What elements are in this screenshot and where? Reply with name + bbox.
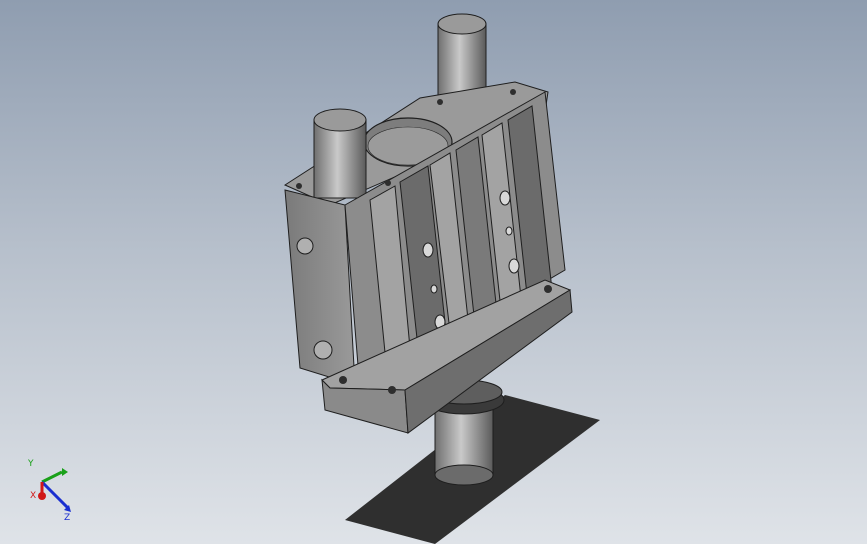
graphics-viewport[interactable]: Y X Z [0,0,867,544]
mount-hole [508,258,520,274]
x-axis-arrow [38,492,46,500]
base-hole [339,376,347,384]
mount-hole [430,284,438,294]
base-hole [388,386,396,394]
mount-hole [499,190,511,206]
coordinate-triad-icon[interactable]: Y X Z [18,452,88,522]
triad-x-label: X [30,491,36,501]
z-axis [40,480,70,510]
mount-hole [422,242,434,258]
triad-y-label: Y [27,459,34,469]
cad-model-view[interactable] [0,0,867,544]
side-port-upper [296,237,314,255]
base-hole [544,285,552,293]
triad-z-label: Z [64,513,70,522]
y-axis-arrow [62,468,68,476]
guide-rod-front [313,108,367,199]
mount-hole [505,226,513,236]
side-port-lower [313,340,333,360]
y-axis [41,470,63,484]
